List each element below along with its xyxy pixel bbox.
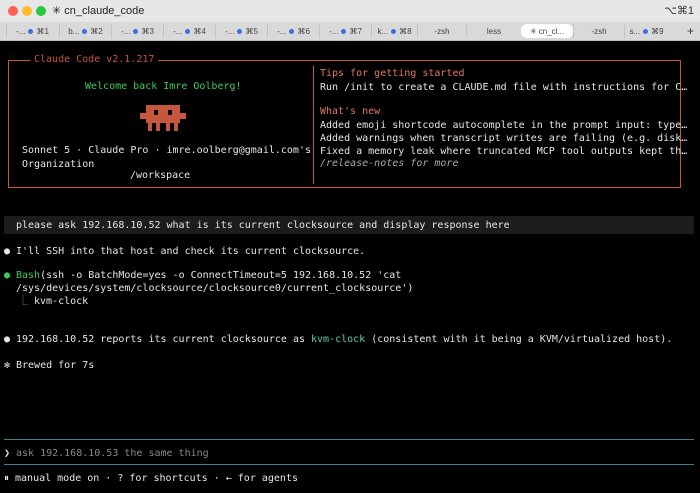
tool-call: Bash(ssh -o BatchMode=yes -o ConnectTime… bbox=[16, 270, 401, 282]
tab-label: less bbox=[486, 26, 502, 36]
activity-dot-icon bbox=[289, 28, 295, 34]
tab-label: -zsh bbox=[591, 26, 607, 36]
terminal-content[interactable]: Claude Code v2.1.217 Welcome back Imre O… bbox=[0, 41, 700, 493]
tab-shortcut: ⌘4 bbox=[193, 26, 206, 36]
response-text-end: (consistent with it being a KVM/virtuali… bbox=[365, 334, 673, 345]
tab-label: -... bbox=[329, 26, 339, 36]
window-shortcut: ⌥⌘1 bbox=[664, 5, 694, 17]
assistant-bullet-icon: ● bbox=[4, 246, 11, 257]
terminal-window: ✳ cn_claude_code ⌥⌘1 + -... ⌘1 b... ⌘2 -... ⌘… bbox=[0, 0, 700, 493]
account-info: Sonnet 5 · Claude Pro · imre.oolberg@gma… bbox=[22, 145, 311, 156]
activity-dot-icon bbox=[82, 28, 88, 34]
tab-shortcut: ⌘1 bbox=[36, 26, 49, 36]
tab[interactable]: -... ⌘1 bbox=[6, 24, 58, 38]
whats-new-heading: What's new bbox=[320, 106, 381, 117]
input-top-separator bbox=[4, 439, 694, 440]
tab-label: -... bbox=[225, 26, 235, 36]
response-text: 192.168.10.52 reports its current clocks… bbox=[16, 334, 312, 345]
tab-shortcut: ⌘7 bbox=[349, 26, 362, 36]
tool-command: (ssh -o BatchMode=yes -o ConnectTimeout=… bbox=[40, 270, 402, 281]
tab-label: -... bbox=[173, 26, 183, 36]
status-line: ⏸ manual mode on · ? for shortcuts · ← f… bbox=[4, 473, 298, 484]
tool-success-icon: ● bbox=[4, 270, 11, 281]
news-item: Fixed a memory leak where truncated MCP … bbox=[320, 146, 688, 157]
tab[interactable]: -... ⌘7 bbox=[319, 24, 371, 38]
tab[interactable]: -zsh bbox=[573, 24, 624, 38]
tab[interactable]: -... ⌘5 bbox=[215, 24, 267, 38]
tab-label: ✳ cn_cl... bbox=[529, 26, 565, 36]
assistant-response: 192.168.10.52 reports its current clocks… bbox=[16, 334, 672, 346]
input-prompt-icon: ❯ bbox=[4, 448, 11, 459]
user-message: please ask 192.168.10.52 what is its cur… bbox=[16, 220, 510, 231]
tab-shortcut: ⌘9 bbox=[651, 26, 664, 36]
organization-label: Organization bbox=[22, 159, 95, 170]
tab-shortcut: ⌘2 bbox=[90, 26, 103, 36]
tab[interactable]: -... ⌘4 bbox=[163, 24, 215, 38]
tab-shortcut: ⌘6 bbox=[297, 26, 310, 36]
zoom-window-button[interactable] bbox=[36, 6, 46, 16]
tab-shortcut: ⌘5 bbox=[245, 26, 258, 36]
assistant-message: I'll SSH into that host and check its cu… bbox=[16, 246, 366, 257]
tab-label: -... bbox=[16, 26, 26, 36]
activity-dot-icon bbox=[237, 28, 243, 34]
brewed-status: Brewed for 7s bbox=[16, 360, 95, 371]
tab-label: s... bbox=[629, 26, 641, 36]
minimize-window-button[interactable] bbox=[22, 6, 32, 16]
close-window-button[interactable] bbox=[8, 6, 18, 16]
activity-dot-icon bbox=[28, 28, 34, 34]
activity-dot-icon bbox=[185, 28, 191, 34]
tab[interactable]: -... ⌘3 bbox=[111, 24, 163, 38]
tab-label: -... bbox=[121, 26, 131, 36]
activity-dot-icon bbox=[133, 28, 139, 34]
activity-dot-icon bbox=[341, 28, 347, 34]
welcome-message: Welcome back Imre Oolberg! bbox=[85, 81, 242, 92]
tab-label: -... bbox=[277, 26, 287, 36]
tab-label: -zsh bbox=[434, 26, 450, 36]
input-bottom-separator bbox=[4, 464, 694, 465]
title-bar: ✳ cn_claude_code ⌥⌘1 bbox=[0, 0, 700, 22]
tab[interactable]: b... ⌘2 bbox=[59, 24, 111, 38]
tab-shortcut: ⌘8 bbox=[399, 26, 412, 36]
tab-bar: + -... ⌘1 b... ⌘2 -... ⌘3 -... ⌘4 -... ⌘5 -... ⌘6 -.… bbox=[0, 22, 700, 41]
tab-shortcut: ⌘3 bbox=[141, 26, 154, 36]
tab[interactable]: s... ⌘9 bbox=[624, 24, 668, 38]
activity-dot-icon bbox=[643, 28, 649, 34]
tool-output: kvm-clock bbox=[34, 296, 89, 307]
tool-output-branch-icon: ⎿ bbox=[18, 296, 28, 307]
app-version-title: Claude Code v2.1.217 bbox=[30, 54, 159, 66]
welcome-divider bbox=[313, 66, 314, 184]
tips-heading: Tips for getting started bbox=[320, 68, 465, 79]
clocksource-value: kvm-clock bbox=[311, 334, 366, 345]
claude-mascot-icon bbox=[140, 105, 186, 131]
activity-dot-icon bbox=[391, 28, 397, 34]
news-item: Added warnings when transcript writes ar… bbox=[320, 133, 688, 144]
tab-label: k... bbox=[377, 26, 389, 36]
tool-name: Bash bbox=[16, 270, 41, 281]
tool-command-continued: /sys/devices/system/clocksource/clocksou… bbox=[16, 283, 414, 294]
prompt-input[interactable]: ask 192.168.10.53 the same thing bbox=[16, 448, 209, 460]
brewed-status-icon: ✻ bbox=[4, 360, 11, 371]
working-directory: /workspace bbox=[130, 170, 191, 181]
tab-label: b... bbox=[68, 26, 80, 36]
tab[interactable]: k... ⌘8 bbox=[371, 24, 417, 38]
window-title: ✳ cn_claude_code bbox=[52, 5, 145, 17]
new-tab-button[interactable]: + bbox=[687, 24, 694, 38]
assistant-bullet-icon: ● bbox=[4, 334, 11, 345]
tab[interactable]: -... ⌘6 bbox=[267, 24, 319, 38]
news-item: Added emoji shortcode autocomplete in th… bbox=[320, 120, 688, 131]
tab[interactable]: -zsh bbox=[417, 24, 466, 38]
tab[interactable]: less bbox=[466, 24, 521, 38]
tab[interactable]: ✳ cn_cl... bbox=[521, 24, 573, 38]
release-notes-hint: /release-notes for more bbox=[320, 158, 459, 169]
tip-text: Run /init to create a CLAUDE.md file wit… bbox=[320, 82, 688, 93]
